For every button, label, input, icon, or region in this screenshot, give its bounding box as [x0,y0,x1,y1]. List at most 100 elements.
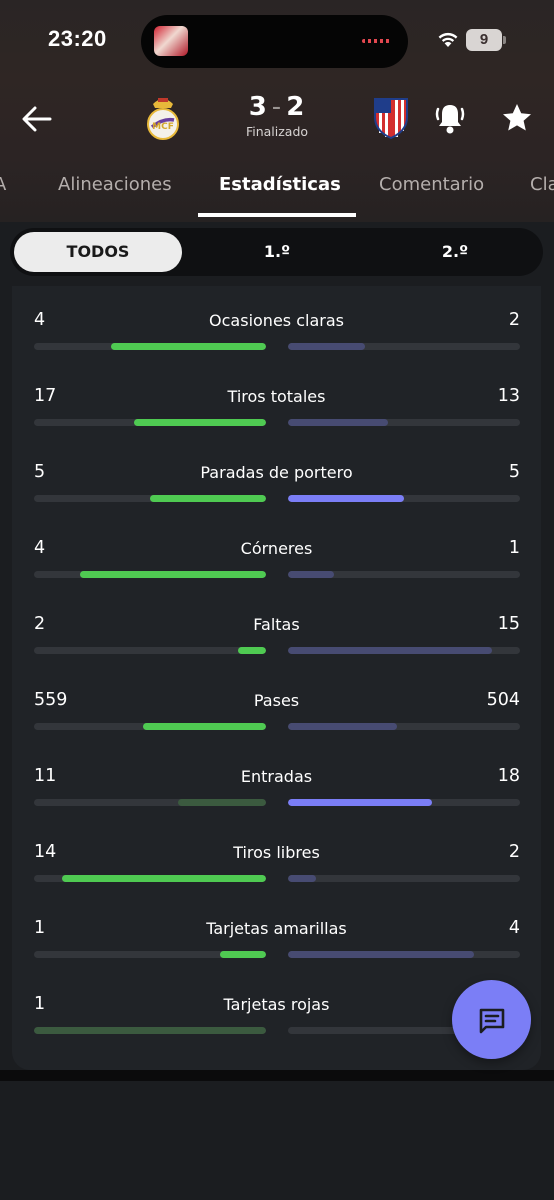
away-bar-fill [288,647,492,654]
tab-comentario[interactable]: Comentario [379,174,484,195]
chat-fab-button[interactable] [452,980,531,1059]
away-score: 2 [286,92,306,122]
stat-row: 5 Paradas de portero 5 [12,442,541,518]
home-bar-track [34,799,266,806]
stat-home-value: 2 [34,614,46,634]
bottom-area [0,1081,554,1200]
home-bar-track [34,647,266,654]
stat-row: 4 Córneres 1 [12,518,541,594]
away-bar-track [288,419,520,426]
away-bar-fill [288,571,334,578]
stat-row: 2 Faltas 15 [12,594,541,670]
home-bar-fill [150,495,266,502]
period-switch: TODOS 1.º 2.º [10,228,543,276]
stat-label: Ocasiones claras [209,311,344,330]
battery-indicator: 9 [466,29,502,51]
home-bar-track [34,951,266,958]
stat-label: Entradas [240,767,313,786]
home-bar-fill [178,799,266,806]
stat-away-value: 13 [497,386,520,406]
stat-label: Paradas de portero [200,463,353,482]
tab-partial-right[interactable]: Cla [530,174,554,195]
status-bar: 23:20 9 [0,0,554,80]
svg-text:MCF: MCF [152,122,174,132]
home-score: 3 [248,92,268,122]
stat-away-value: 4 [508,918,520,938]
real-madrid-crest[interactable]: MCF [144,94,182,142]
stat-away-value: 2 [508,842,520,862]
home-bar-track [34,419,266,426]
stat-label: Tarjetas rojas [223,995,330,1014]
home-bar-fill [238,647,266,654]
tab-alineaciones[interactable]: Alineaciones [58,174,172,195]
status-time: 23:20 [48,26,107,51]
away-bar-track [288,495,520,502]
stat-label: Tiros libres [233,843,320,862]
atletico-madrid-crest[interactable] [372,93,410,139]
match-header: MCF 3-2 Finalizado [0,80,554,160]
stat-row: 14 Tiros libres 2 [12,822,541,898]
away-bar-fill [288,495,404,502]
away-bar-track [288,343,520,350]
dynamic-island[interactable] [141,15,408,68]
wifi-icon [438,32,458,47]
period-todos[interactable]: TODOS [14,232,182,272]
tab-partial-left[interactable]: A [0,174,6,195]
stat-home-value: 4 [34,538,46,558]
star-icon[interactable] [500,101,534,135]
home-bar-track [34,723,266,730]
stat-away-value: 1 [508,538,520,558]
battery-nub [503,36,506,44]
card-bottom-edge [0,1070,554,1081]
home-bar-track [34,875,266,882]
away-bar-track [288,723,520,730]
period-second-half[interactable]: 2.º [371,232,539,272]
home-bar-fill [34,1027,266,1034]
stat-label: Tarjetas amarillas [206,919,347,938]
match-score: 3-2 [227,92,327,122]
home-bar-fill [80,571,266,578]
audio-wave-icon [362,39,390,43]
bell-ringing-icon[interactable] [433,100,467,136]
home-bar-track [34,571,266,578]
active-tab-indicator [198,213,356,217]
stat-row: 11 Entradas 18 [12,746,541,822]
away-bar-track [288,799,520,806]
stat-home-value: 14 [34,842,57,862]
stat-home-value: 11 [34,766,57,786]
stat-away-value: 15 [497,614,520,634]
home-bar-track [34,343,266,350]
stat-row: 559 Pases 504 [12,670,541,746]
home-bar-track [34,495,266,502]
stats-card: 4 Ocasiones claras 2 17 Tiros totales 13 5 Para… [12,286,541,1070]
now-playing-thumbnail [154,26,188,56]
stat-label: Pases [253,691,300,710]
period-first-half[interactable]: 1.º [193,232,361,272]
away-bar-fill [288,799,432,806]
home-bar-fill [111,343,266,350]
chat-icon [479,1008,505,1034]
away-bar-track [288,951,520,958]
home-bar-track [34,1027,266,1034]
away-bar-fill [288,875,316,882]
stat-home-value: 17 [34,386,57,406]
home-bar-fill [220,951,266,958]
stat-row: 17 Tiros totales 13 [12,366,541,442]
away-bar-track [288,647,520,654]
match-status: Finalizado [245,124,309,139]
tab-estadisticas[interactable]: Estadísticas [219,174,341,195]
stat-home-value: 1 [34,994,46,1014]
stat-home-value: 559 [34,690,68,710]
stat-away-value: 5 [508,462,520,482]
stat-home-value: 5 [34,462,46,482]
stat-row: 1 Tarjetas amarillas 4 [12,898,541,974]
stat-away-value: 18 [497,766,520,786]
stat-away-value: 504 [486,690,520,710]
arrow-left-icon[interactable] [20,102,54,136]
home-bar-fill [143,723,266,730]
away-bar-fill [288,343,365,350]
stat-label: Tiros totales [227,387,326,406]
score-separator: - [271,92,283,122]
away-bar-fill [288,723,397,730]
stat-row: 4 Ocasiones claras 2 [12,290,541,366]
